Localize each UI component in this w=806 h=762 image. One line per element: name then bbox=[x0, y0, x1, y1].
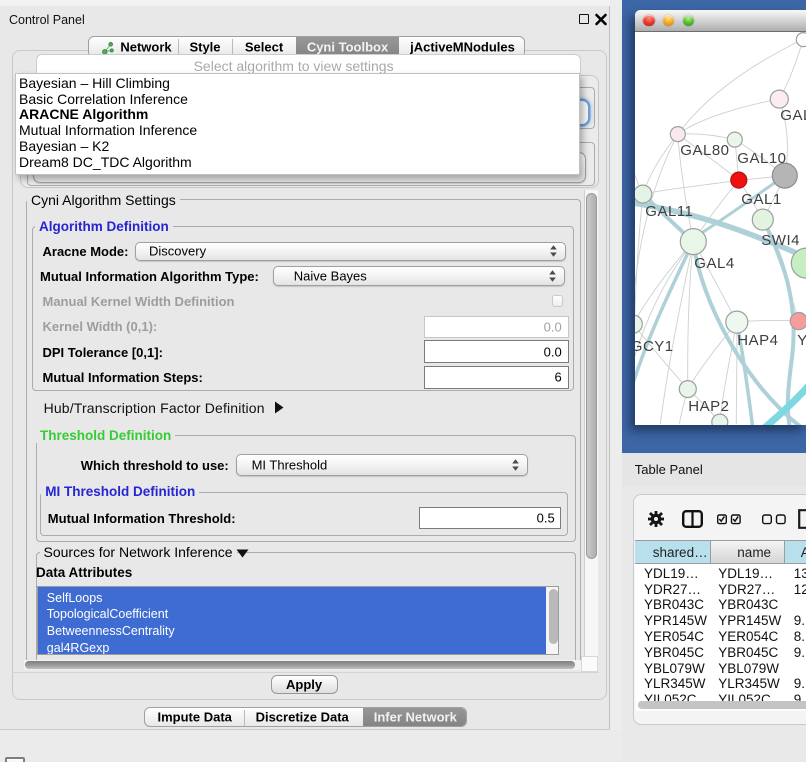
svg-text:HAP4: HAP4 bbox=[737, 332, 778, 349]
svg-text:GCY1: GCY1 bbox=[635, 338, 674, 355]
svg-text:GAL1: GAL1 bbox=[741, 191, 781, 208]
svg-text:GAL4: GAL4 bbox=[694, 255, 734, 272]
svg-text:GAL80: GAL80 bbox=[680, 142, 729, 159]
svg-text:SWI4: SWI4 bbox=[761, 232, 800, 249]
svg-text:YKL: YKL bbox=[797, 332, 806, 349]
svg-text:HAP2: HAP2 bbox=[688, 398, 729, 415]
svg-text:GAL2: GAL2 bbox=[780, 107, 806, 124]
svg-text:GAL11: GAL11 bbox=[645, 203, 693, 220]
svg-text:GAL10: GAL10 bbox=[737, 150, 786, 167]
